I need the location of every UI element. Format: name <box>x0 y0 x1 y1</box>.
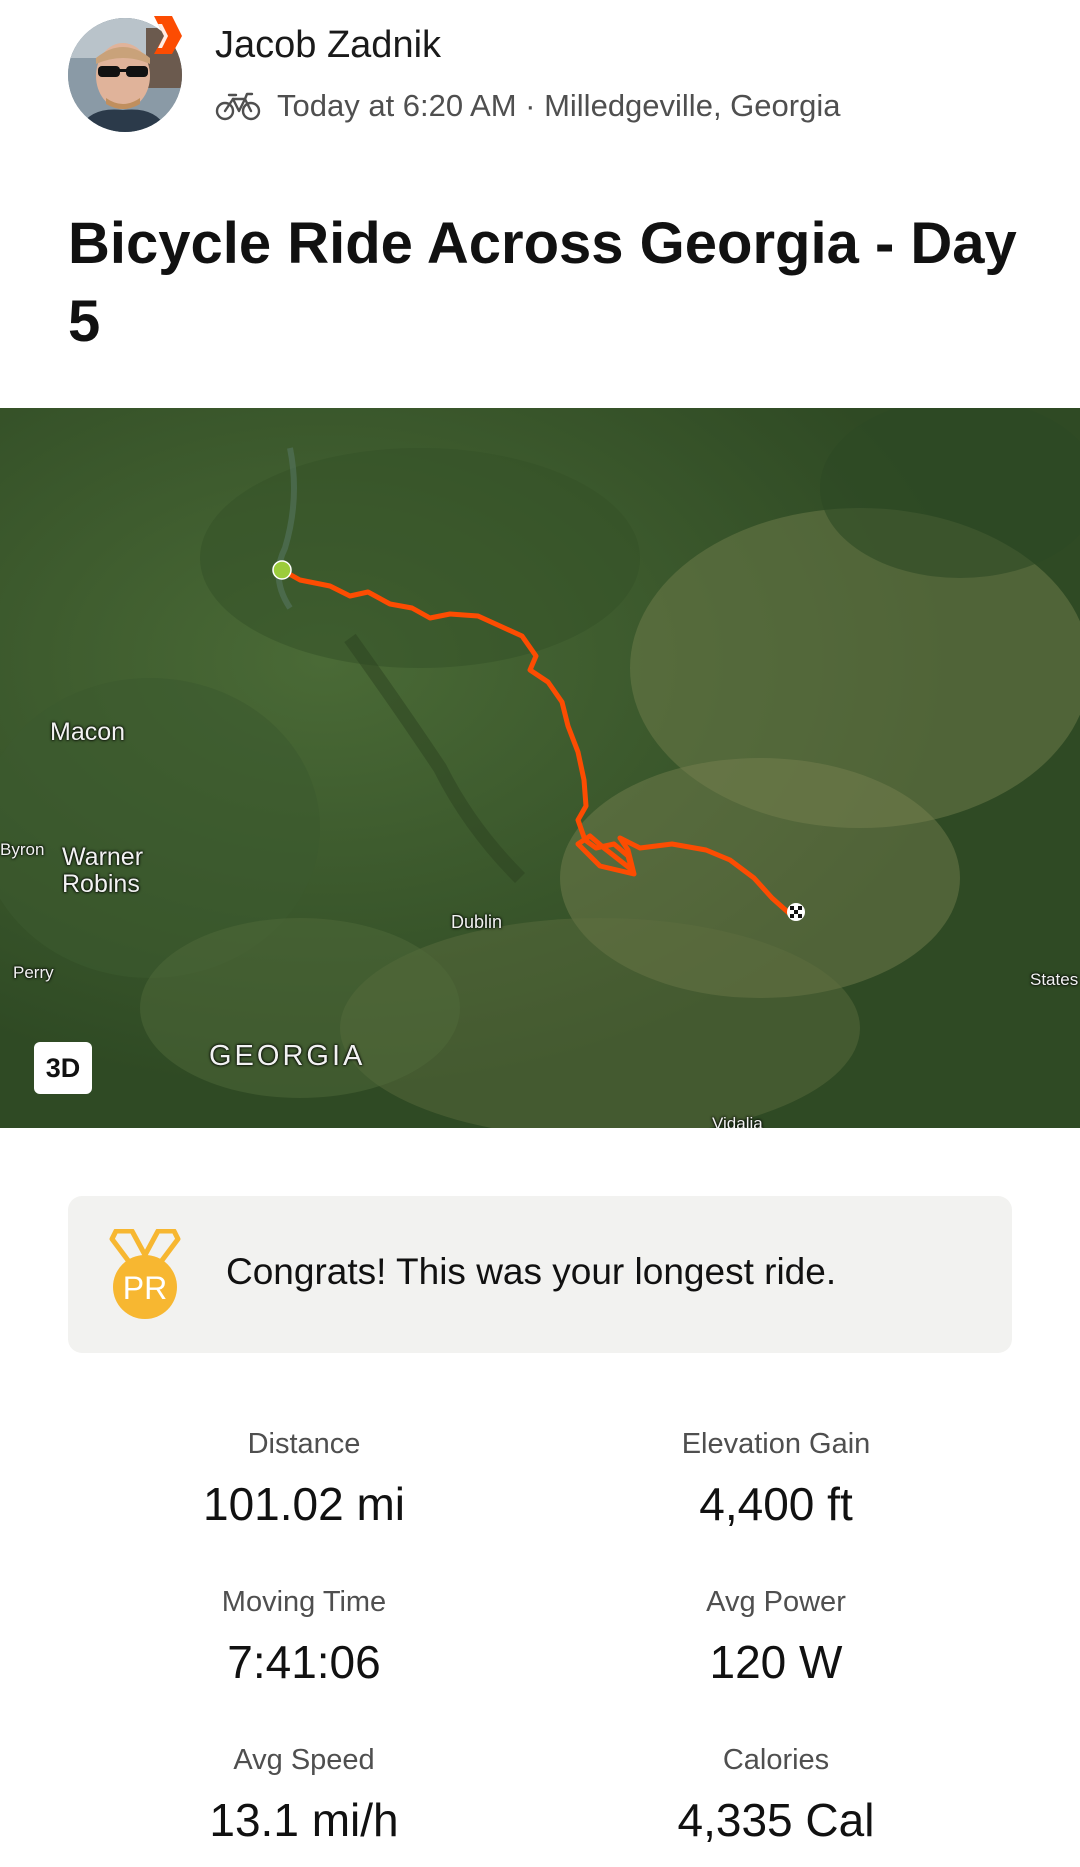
3d-view-button[interactable]: 3D <box>34 1042 92 1094</box>
activity-title: Bicycle Ride Across Georgia - Day 5 <box>68 211 1017 354</box>
stat-label: Avg Power <box>706 1586 846 1618</box>
finish-flag-icon <box>787 903 805 921</box>
map-label-perry: Perry <box>13 963 54 982</box>
stat-avg-speed: Avg Speed 13.1 mi/h <box>69 1740 539 1848</box>
start-marker <box>272 560 292 580</box>
stat-label: Elevation Gain <box>681 1428 871 1460</box>
stat-calories: Calories 4,335 Cal <box>541 1740 1011 1848</box>
route-map[interactable]: Macon Byron Warner Robins Dublin Perry S… <box>0 408 1080 1128</box>
activity-header: Jacob Zadnik Today at 6:20 AM · Milledge… <box>0 0 1080 150</box>
stat-value: 7:41:06 <box>227 1636 381 1688</box>
map-label-dublin: Dublin <box>451 912 503 932</box>
map-label-states: States <box>1030 970 1079 989</box>
stat-value: 101.02 mi <box>202 1478 405 1530</box>
map-label-vidalia: Vidalia <box>712 1114 763 1128</box>
stat-elevation-gain: Elevation Gain 4,400 ft <box>541 1424 1011 1532</box>
stat-distance: Distance 101.02 mi <box>69 1424 539 1532</box>
map-label-byron: Byron <box>0 840 45 859</box>
stat-label: Distance <box>247 1428 361 1460</box>
activity-date-location: Today at 6:20 AM · Milledgeville, Georgi… <box>277 88 841 123</box>
stat-avg-power: Avg Power 120 W <box>541 1582 1011 1690</box>
map-label-georgia: GEORGIA <box>209 1040 366 1072</box>
stat-label: Moving Time <box>221 1586 387 1618</box>
map-label-macon: Macon <box>50 718 126 746</box>
activity-meta: Today at 6:20 AM · Milledgeville, Georgi… <box>215 84 840 128</box>
stat-value: 4,335 Cal <box>677 1794 875 1846</box>
bike-icon <box>215 92 261 121</box>
stat-moving-time: Moving Time 7:41:06 <box>69 1582 539 1690</box>
stat-value: 120 W <box>709 1636 843 1688</box>
athlete-name[interactable]: Jacob Zadnik <box>215 24 441 67</box>
route-line <box>272 560 805 921</box>
stat-value: 4,400 ft <box>699 1478 853 1530</box>
achievement-text: Congrats! This was your longest ride. <box>226 1251 837 1292</box>
map-label-warner-robins: Warner Robins <box>62 843 144 898</box>
pr-badge-text: PR <box>123 1270 167 1306</box>
stat-label: Calories <box>722 1744 830 1776</box>
medal-icon: PR <box>109 1229 181 1319</box>
achievement-banner[interactable]: PR Congrats! This was your longest ride. <box>68 1196 1012 1353</box>
strava-logo-icon <box>154 16 182 54</box>
stat-value: 13.1 mi/h <box>209 1794 399 1846</box>
stat-label: Avg Speed <box>233 1744 375 1776</box>
